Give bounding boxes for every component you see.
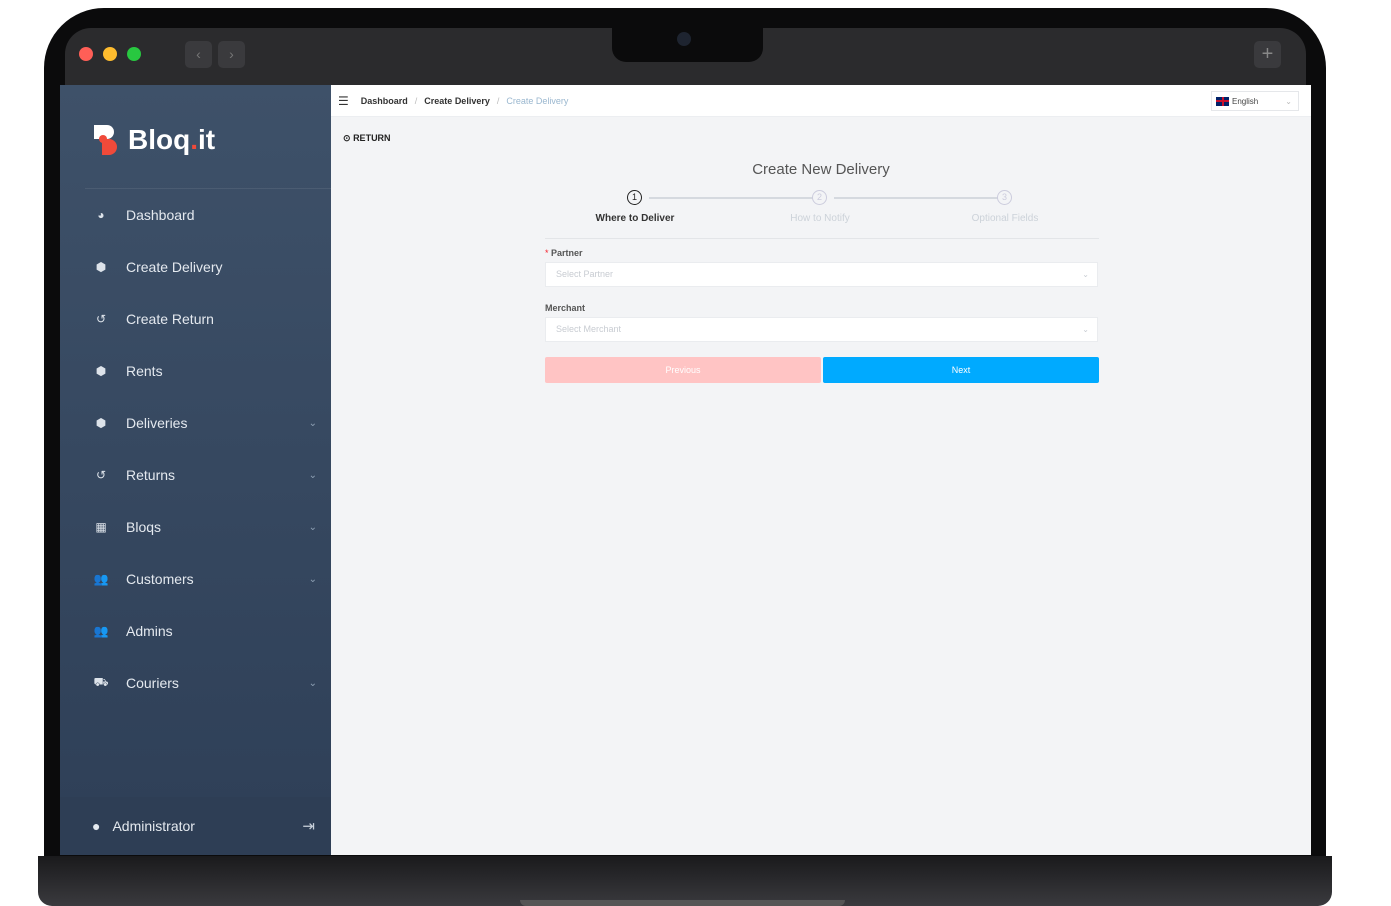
uk-flag-icon	[1216, 96, 1229, 106]
return-button[interactable]: ⊙ RETURN	[343, 133, 391, 144]
sidebar: Bloq.it ◕ Dashboard ⬢ Create Delivery ↺ Creat…	[60, 85, 331, 855]
new-tab-button[interactable]: +	[1254, 41, 1281, 68]
menu-toggle-icon[interactable]: ☰	[338, 94, 349, 108]
breadcrumb-separator: /	[414, 95, 418, 106]
language-label: English	[1232, 96, 1259, 106]
next-button[interactable]: Next	[823, 357, 1099, 383]
brand-logo[interactable]: Bloq.it	[94, 123, 215, 157]
partner-label: * Partner	[545, 248, 583, 258]
step-connector	[649, 197, 819, 199]
sidebar-item-label: Create Delivery	[126, 259, 223, 275]
required-mark: *	[545, 248, 549, 258]
return-icon: ↺	[95, 312, 107, 326]
users-icon: 👥	[93, 572, 109, 586]
chevron-down-icon: ⌄	[1082, 270, 1089, 279]
grid-icon: ▦	[95, 520, 107, 534]
sidebar-item-label: Deliveries	[126, 415, 188, 431]
chevron-down-icon: ⌄	[308, 677, 317, 689]
sidebar-item-dashboard[interactable]: ◕ Dashboard	[60, 195, 331, 235]
sidebar-item-admins[interactable]: 👥 Admins	[60, 611, 331, 651]
users-icon: 👥	[93, 624, 109, 638]
sidebar-item-returns[interactable]: ↺ Returns ⌄	[60, 455, 331, 495]
user-icon: ●	[92, 818, 101, 834]
sidebar-item-label: Rents	[126, 363, 163, 379]
browser-forward-button[interactable]: ›	[218, 41, 245, 68]
box-icon: ⬢	[95, 260, 107, 274]
sidebar-item-bloqs[interactable]: ▦ Bloqs ⌄	[60, 507, 331, 547]
step-2-circle[interactable]: 2	[812, 190, 827, 205]
previous-button[interactable]: Previous	[545, 357, 821, 383]
return-label: RETURN	[353, 133, 391, 143]
maximize-window-button[interactable]	[127, 47, 141, 61]
box-icon: ⬢	[95, 416, 107, 430]
breadcrumb-separator: /	[496, 95, 500, 106]
step-1-circle[interactable]: 1	[627, 190, 642, 205]
close-window-button[interactable]	[79, 47, 93, 61]
sidebar-item-label: Returns	[126, 467, 176, 483]
return-icon: ⊙	[343, 133, 351, 143]
chevron-down-icon: ⌄	[308, 521, 317, 533]
main-content: ☰ Dashboard / Create Delivery / Create D…	[331, 85, 1311, 855]
box-icon: ⬢	[95, 364, 107, 378]
merchant-select[interactable]: Select Merchant ⌄	[545, 317, 1098, 342]
brand-dot: .	[190, 124, 198, 155]
sidebar-item-label: Couriers	[126, 675, 179, 691]
breadcrumb-create-delivery[interactable]: Create Delivery	[424, 96, 490, 106]
sidebar-item-customers[interactable]: 👥 Customers ⌄	[60, 559, 331, 599]
chevron-down-icon: ⌄	[308, 417, 317, 429]
sidebar-item-create-return[interactable]: ↺ Create Return	[60, 299, 331, 339]
breadcrumb-dashboard[interactable]: Dashboard	[361, 96, 408, 106]
dashboard-icon: ◕	[97, 208, 105, 222]
step-2-label: How to Notify	[790, 213, 850, 224]
step-3-label: Optional Fields	[971, 213, 1039, 224]
chevron-down-icon: ⌄	[1285, 96, 1292, 106]
courier-icon: ⛟	[93, 675, 109, 689]
sidebar-item-label: Bloqs	[126, 519, 162, 535]
top-bar: ☰ Dashboard / Create Delivery / Create D…	[331, 85, 1311, 117]
sidebar-item-rents[interactable]: ⬢ Rents	[60, 351, 331, 391]
chevron-down-icon: ⌄	[1082, 325, 1089, 334]
page-title: Create New Delivery	[752, 161, 890, 178]
sidebar-item-create-delivery[interactable]: ⬢ Create Delivery	[60, 247, 331, 287]
language-select[interactable]: English ⌄	[1211, 91, 1299, 111]
partner-select[interactable]: Select Partner ⌄	[545, 262, 1098, 287]
step-3-circle[interactable]: 3	[997, 190, 1012, 205]
laptop-lip	[520, 900, 845, 906]
breadcrumb-current: Create Delivery	[506, 95, 569, 106]
sidebar-item-label: Dashboard	[126, 207, 195, 223]
return-icon: ↺	[95, 468, 107, 482]
sidebar-item-label: Customers	[126, 571, 194, 587]
step-connector	[834, 197, 1004, 199]
partner-label-text: Partner	[551, 248, 583, 258]
chevron-down-icon: ⌄	[308, 469, 317, 481]
bloq-logo-icon	[94, 125, 117, 155]
camera-icon	[677, 32, 691, 46]
brand-name: Bloq	[128, 124, 191, 155]
merchant-label: Merchant	[545, 303, 586, 313]
partner-placeholder: Select Partner	[556, 269, 614, 279]
step-1-label: Where to Deliver	[595, 213, 675, 224]
sidebar-item-deliveries[interactable]: ⬢ Deliveries ⌄	[60, 403, 331, 443]
browser-back-button[interactable]: ‹	[185, 41, 212, 68]
laptop-base	[38, 856, 1332, 906]
merchant-placeholder: Select Merchant	[556, 324, 622, 334]
logout-icon[interactable]: ⇥	[302, 817, 315, 835]
sidebar-item-couriers[interactable]: ⛟ Couriers ⌄	[60, 663, 331, 703]
divider	[85, 188, 331, 189]
sidebar-item-label: Admins	[126, 623, 173, 639]
chevron-down-icon: ⌄	[308, 573, 317, 585]
user-name[interactable]: Administrator	[112, 818, 194, 834]
brand-suffix: it	[198, 124, 216, 155]
minimize-window-button[interactable]	[103, 47, 117, 61]
sidebar-item-label: Create Return	[126, 311, 214, 327]
stepper: 1 2 3 Where to Deliver How to Notify Opt…	[545, 189, 1099, 239]
user-footer: ● Administrator ⇥	[60, 797, 331, 855]
